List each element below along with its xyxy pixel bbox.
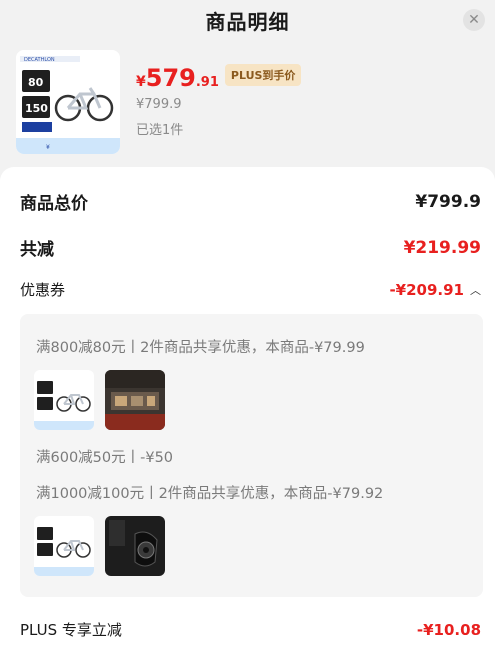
title-bar: 商品明细 ✕: [0, 0, 495, 40]
total-price-label: 商品总价: [20, 194, 88, 214]
close-icon[interactable]: ✕: [463, 9, 485, 31]
coupon-value[interactable]: -¥209.91 ︿: [389, 281, 481, 299]
price-integer: 579: [145, 64, 196, 92]
reduction-row: 共减 ¥219.99: [20, 235, 481, 261]
plus-discount-label: PLUS 专享立减: [20, 621, 122, 639]
coupon-item: 满800减80元丨2件商品共享优惠，本商品-¥79.99: [36, 340, 365, 356]
coupon-label: 优惠券: [20, 281, 66, 299]
product-image[interactable]: DECATHLON 80 150 ¥: [16, 50, 120, 154]
reduction-label: 共减: [20, 240, 54, 260]
plus-price: ¥ 579 .91 PLUS到手价: [136, 64, 302, 92]
product-thumbnail[interactable]: [105, 370, 165, 430]
coupon-value-text: -¥209.91: [389, 280, 464, 299]
svg-text:DECATHLON: DECATHLON: [24, 57, 55, 63]
reduction-value: ¥219.99: [403, 237, 481, 258]
price-symbol: ¥: [136, 74, 146, 90]
total-price-value: ¥799.9: [415, 191, 481, 212]
price-detail-card: 商品总价 ¥799.9 共减 ¥219.99 优惠券 -¥209.91 ︿ 满8…: [0, 167, 495, 664]
chevron-up-icon[interactable]: ︿: [470, 282, 481, 298]
plus-discount-value: -¥10.08: [416, 620, 481, 639]
svg-text:¥: ¥: [46, 144, 50, 151]
plus-discount-row: PLUS 专享立减 -¥10.08: [20, 619, 481, 640]
page-title: 商品明细: [205, 9, 290, 34]
plus-price-tag: PLUS到手价: [224, 64, 302, 86]
coupon-row[interactable]: 优惠券 -¥209.91 ︿: [20, 279, 481, 300]
product-thumbnail[interactable]: [34, 370, 94, 430]
product-thumbnail[interactable]: [105, 516, 165, 576]
svg-text:150: 150: [25, 102, 48, 115]
total-price-row: 商品总价 ¥799.9: [20, 189, 481, 215]
price-decimal: .91: [195, 75, 219, 90]
coupon-item: 满600减50元丨-¥50: [36, 450, 174, 466]
svg-text:80: 80: [28, 76, 44, 89]
coupon-item: 满1000减100元丨2件商品共享优惠，本商品-¥79.92: [36, 486, 384, 502]
coupon-details: 满800减80元丨2件商品共享优惠，本商品-¥79.99 满600减50元丨-¥…: [20, 314, 483, 597]
selected-count: 已选1件: [136, 123, 184, 138]
product-summary: DECATHLON 80 150 ¥ ¥ 579 .91 PLUS到手价 ¥79…: [16, 50, 476, 154]
original-price: ¥799.9: [136, 97, 182, 112]
product-thumbnail[interactable]: [34, 516, 94, 576]
